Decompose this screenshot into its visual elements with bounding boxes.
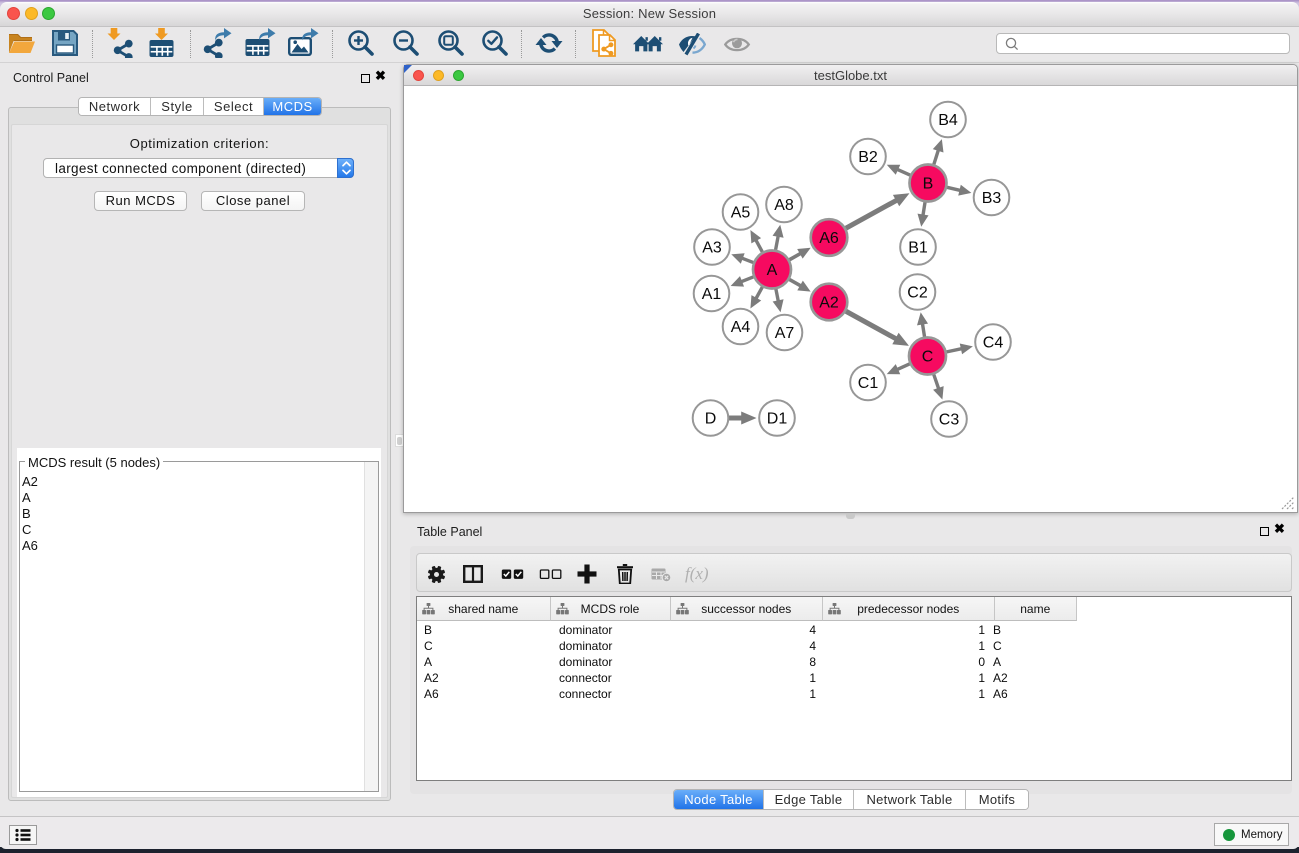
svg-text:D: D: [705, 410, 717, 427]
svg-text:D1: D1: [767, 410, 788, 427]
svg-text:B3: B3: [982, 190, 1002, 207]
svg-text:A1: A1: [702, 286, 722, 303]
svg-text:B2: B2: [858, 149, 878, 166]
svg-text:A6: A6: [819, 230, 839, 247]
svg-text:C3: C3: [939, 411, 960, 428]
svg-text:A3: A3: [702, 239, 722, 256]
svg-text:C2: C2: [907, 284, 928, 301]
svg-text:C: C: [922, 348, 934, 365]
svg-text:A2: A2: [819, 294, 839, 311]
svg-text:C4: C4: [983, 334, 1004, 351]
svg-text:C1: C1: [858, 375, 879, 392]
svg-text:B4: B4: [938, 112, 958, 129]
svg-text:A: A: [767, 262, 778, 279]
svg-text:A4: A4: [731, 319, 751, 336]
svg-text:A7: A7: [775, 325, 795, 342]
svg-text:A8: A8: [774, 197, 794, 214]
svg-text:A5: A5: [731, 204, 751, 221]
svg-text:f(x): f(x): [685, 564, 709, 583]
svg-text:B: B: [923, 175, 934, 192]
svg-text:B1: B1: [908, 239, 928, 256]
